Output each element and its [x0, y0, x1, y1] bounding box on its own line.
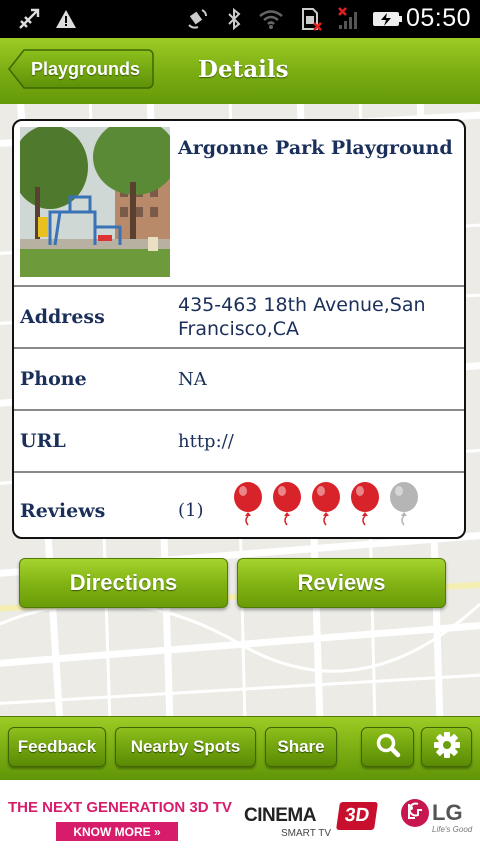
bottom-toolbar: Feedback Nearby Spots Share	[0, 716, 480, 781]
balloon-filled-icon	[234, 482, 262, 526]
details-card: Argonne Park Playground Address 435-463 …	[12, 119, 466, 539]
ad-banner[interactable]: THE NEXT GENERATION 3D TV KNOW MORE » CI…	[0, 780, 480, 854]
search-button[interactable]	[361, 727, 414, 767]
playground-name: Argonne Park Playground	[178, 137, 453, 159]
feedback-button[interactable]: Feedback	[8, 727, 106, 767]
address-label: Address	[20, 306, 105, 328]
reviews-count: (1)	[178, 500, 204, 521]
ad-know-more-button[interactable]: KNOW MORE »	[56, 822, 178, 841]
address-value[interactable]: 435-463 18th Avenue,San Francisco,CA	[178, 293, 454, 341]
rating-balloons	[232, 482, 422, 526]
url-label: URL	[20, 430, 66, 452]
balloon-filled-icon	[351, 482, 379, 526]
search-icon	[375, 732, 401, 763]
lg-logo-icon	[400, 798, 430, 832]
balloon-empty-icon	[390, 482, 418, 526]
address-row: Address 435-463 18th Avenue,San Francisc…	[14, 285, 464, 347]
phone-label: Phone	[20, 368, 87, 390]
settings-button[interactable]	[421, 727, 472, 767]
bluetooth-icon	[224, 5, 244, 33]
ad-headline: THE NEXT GENERATION 3D TV	[8, 799, 232, 816]
page-title: Details	[198, 56, 289, 83]
sim-card-error-icon	[298, 5, 324, 33]
warning-icon	[54, 5, 78, 33]
nearby-spots-button[interactable]: Nearby Spots	[115, 727, 256, 767]
gear-icon	[433, 731, 461, 764]
ad-lg-text: LG	[432, 800, 463, 825]
gps-icon	[186, 5, 210, 33]
balloon-filled-icon	[273, 482, 301, 526]
ad-smart-tv-text: SMART TV	[281, 828, 332, 839]
ad-cinema-logo: CINEMA	[244, 805, 316, 826]
status-bar: 05:50	[0, 0, 480, 38]
phone-value[interactable]: NA	[178, 369, 207, 390]
status-clock: 05:50	[405, 4, 471, 32]
battery-charging-icon	[372, 5, 404, 33]
wifi-icon	[258, 5, 284, 33]
back-button-label: Playgrounds	[31, 58, 141, 79]
signal-no-service-icon	[336, 5, 362, 33]
reviews-button[interactable]: Reviews	[237, 558, 446, 608]
reviews-label: Reviews	[20, 500, 106, 522]
url-value[interactable]: http://	[178, 431, 234, 452]
ad-lg-tagline: Life's Good	[432, 825, 473, 834]
balloon-filled-icon	[312, 482, 340, 526]
directions-button[interactable]: Directions	[19, 558, 228, 608]
reviews-row[interactable]: Reviews (1)	[14, 471, 464, 537]
playground-photo	[14, 121, 177, 277]
ad-3d-logo: 3D	[336, 802, 378, 830]
share-button[interactable]: Share	[265, 727, 337, 767]
back-button[interactable]: Playgrounds	[8, 48, 154, 90]
url-row: URL http://	[14, 409, 464, 471]
phone-row: Phone NA	[14, 347, 464, 409]
title-bar: Playgrounds Details	[0, 38, 480, 105]
usb-debug-icon	[16, 5, 42, 33]
